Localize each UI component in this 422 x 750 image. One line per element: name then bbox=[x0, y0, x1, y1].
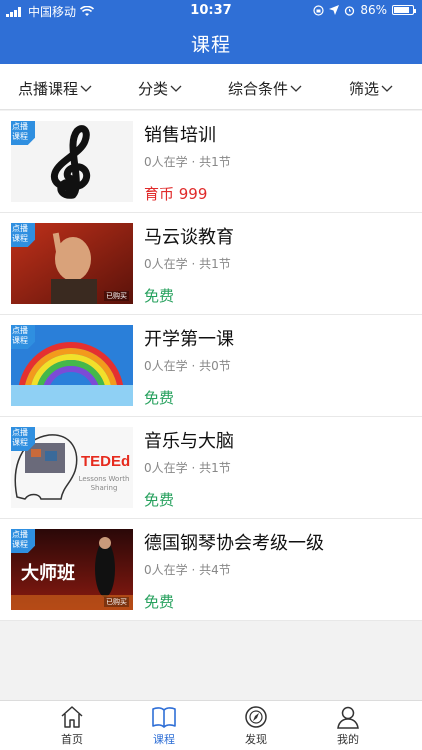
tab-discover[interactable]: 发现 bbox=[226, 705, 286, 747]
course-title: 马云谈教育 bbox=[144, 227, 234, 248]
course-thumbnail: 大师班 点播课程 已购买 bbox=[11, 529, 133, 610]
compass-icon bbox=[245, 706, 267, 728]
tab-home[interactable]: 首页 bbox=[42, 705, 102, 747]
course-title: 音乐与大脑 bbox=[144, 431, 234, 452]
chevron-down-icon bbox=[80, 85, 92, 92]
course-item[interactable]: TEDEd Lessons Worth Sharing 点播课程 音乐与大脑 0… bbox=[0, 417, 422, 519]
ted-tagline: Lessons Worth Sharing bbox=[78, 475, 130, 492]
tab-label: 首页 bbox=[61, 733, 83, 746]
course-meta: 0人在学 · 共1节 bbox=[144, 257, 231, 271]
tab-label: 课程 bbox=[153, 733, 175, 746]
course-thumbnail: 点播课程 bbox=[11, 121, 133, 202]
filter-category[interactable]: 分类 bbox=[138, 78, 182, 99]
course-title: 开学第一课 bbox=[144, 329, 234, 350]
course-tag: 点播课程 bbox=[11, 427, 35, 451]
filter-label: 分类 bbox=[138, 80, 169, 98]
course-thumbnail: TEDEd Lessons Worth Sharing 点播课程 bbox=[11, 427, 133, 508]
chevron-down-icon bbox=[170, 85, 182, 92]
battery-percent: 86% bbox=[360, 3, 387, 17]
course-price: 免费 bbox=[144, 491, 175, 509]
course-tag: 点播课程 bbox=[11, 223, 35, 247]
purchased-label: 已购买 bbox=[104, 597, 129, 607]
course-title: 销售培训 bbox=[144, 125, 216, 146]
tab-bar: 首页 课程 发现 我的 bbox=[0, 700, 422, 750]
course-meta: 0人在学 · 共0节 bbox=[144, 359, 231, 373]
chevron-down-icon bbox=[381, 85, 393, 92]
tab-label: 发现 bbox=[245, 733, 267, 746]
home-icon bbox=[61, 706, 83, 728]
tab-profile[interactable]: 我的 bbox=[318, 705, 378, 747]
header-bar: 中国移动 10:37 86% 课程 bbox=[0, 0, 422, 64]
status-right: 86% bbox=[313, 3, 416, 17]
course-meta: 0人在学 · 共4节 bbox=[144, 563, 231, 577]
battery-icon bbox=[392, 5, 416, 15]
chevron-down-icon bbox=[290, 85, 302, 92]
lock-rotation-icon bbox=[313, 4, 324, 16]
filter-course-type[interactable]: 点播课程 bbox=[18, 78, 92, 99]
filter-label: 点播课程 bbox=[18, 80, 79, 98]
course-meta: 0人在学 · 共1节 bbox=[144, 461, 231, 475]
filter-screen[interactable]: 筛选 bbox=[349, 78, 393, 99]
master-class-text: 大师班 bbox=[21, 563, 75, 584]
course-tag: 点播课程 bbox=[11, 121, 35, 145]
course-price: 免费 bbox=[144, 593, 175, 611]
tab-courses[interactable]: 课程 bbox=[134, 705, 194, 747]
purchased-label: 已购买 bbox=[104, 291, 129, 301]
course-thumbnail: 点播课程 bbox=[11, 325, 133, 406]
course-tag: 点播课程 bbox=[11, 325, 35, 349]
filter-bar: 点播课程 分类 综合条件 筛选 bbox=[0, 64, 422, 110]
course-item[interactable]: 大师班 点播课程 已购买 德国钢琴协会考级一级 0人在学 · 共4节 免费 bbox=[0, 519, 422, 621]
course-item[interactable]: 点播课程 已购买 马云谈教育 0人在学 · 共1节 免费 bbox=[0, 213, 422, 315]
user-icon bbox=[337, 706, 359, 729]
location-icon bbox=[329, 5, 340, 15]
filter-label: 综合条件 bbox=[228, 80, 289, 98]
course-thumbnail: 点播课程 已购买 bbox=[11, 223, 133, 304]
filter-sort[interactable]: 综合条件 bbox=[228, 78, 302, 99]
course-title: 德国钢琴协会考级一级 bbox=[144, 533, 324, 554]
page-title: 课程 bbox=[190, 34, 231, 56]
course-item[interactable]: 点播课程 开学第一课 0人在学 · 共0节 免费 bbox=[0, 315, 422, 417]
course-item[interactable]: 点播课程 销售培训 0人在学 · 共1节 育币 999 bbox=[0, 111, 422, 213]
course-list: 点播课程 销售培训 0人在学 · 共1节 育币 999 点播课程 已购买 马云谈… bbox=[0, 111, 422, 621]
tedEd-logo: TEDEd bbox=[81, 453, 131, 470]
course-price: 免费 bbox=[144, 389, 175, 407]
book-icon bbox=[152, 707, 176, 728]
course-meta: 0人在学 · 共1节 bbox=[144, 155, 231, 169]
status-bar: 中国移动 10:37 86% bbox=[0, 0, 422, 22]
course-price: 育币 999 bbox=[144, 185, 208, 203]
course-price: 免费 bbox=[144, 287, 175, 305]
tab-label: 我的 bbox=[337, 733, 359, 746]
battery-fill bbox=[394, 7, 410, 13]
filter-label: 筛选 bbox=[349, 80, 380, 98]
alarm-icon bbox=[345, 5, 355, 16]
